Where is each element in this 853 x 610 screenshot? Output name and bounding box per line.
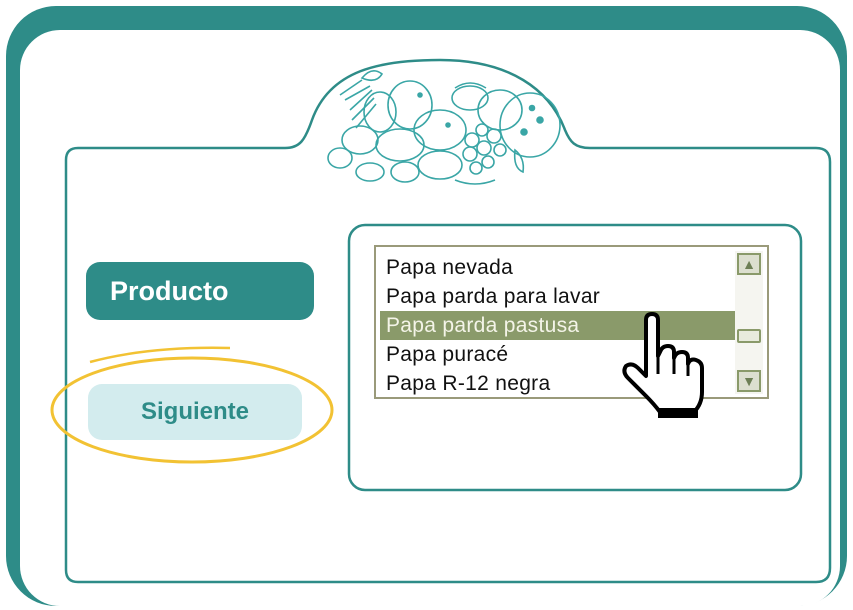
scroll-down-button[interactable]: ▼ — [737, 370, 761, 392]
chevron-down-icon: ▼ — [742, 373, 756, 389]
chevron-up-icon: ▲ — [742, 256, 756, 272]
listbox-scrollbar[interactable]: ▲ ▼ — [735, 251, 763, 394]
scroll-up-button[interactable]: ▲ — [737, 253, 761, 275]
hand-pointer-icon — [622, 312, 704, 418]
list-item[interactable]: Papa parda para lavar — [380, 282, 736, 311]
product-listbox[interactable]: Papa nevada Papa parda para lavar Papa p… — [374, 245, 769, 399]
siguiente-button[interactable]: Siguiente — [88, 384, 302, 440]
producto-button[interactable]: Producto — [86, 262, 314, 320]
list-item[interactable]: Papa nevada — [380, 253, 736, 282]
scroll-thumb[interactable] — [737, 329, 761, 343]
